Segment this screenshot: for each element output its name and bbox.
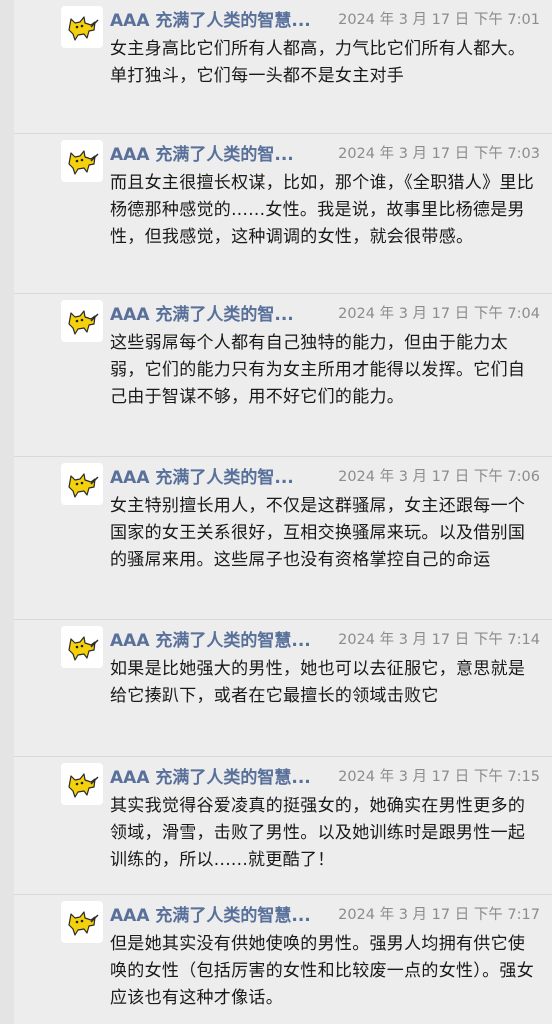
- left-edge-strip: [0, 0, 14, 1024]
- message-text: 但是她其实没有供她使唤的男性。强男人均拥有供它使唤的女性（包括厉害的女性和比较废…: [110, 934, 534, 1008]
- timestamp: 2024 年 3 月 17 日 下午 7:01: [338, 12, 540, 28]
- message-text: 女主特别擅长用人，不仅是这群骚屌，女主还跟每一个国家的女王关系很好，互相交换骚屌…: [110, 496, 526, 570]
- sender-name[interactable]: AAA 充满了人类的智慧...: [110, 901, 311, 926]
- sender-name[interactable]: AAA 充满了人类的智...: [110, 140, 294, 165]
- avatar[interactable]: [61, 300, 103, 342]
- timestamp: 2024 年 3 月 17 日 下午 7:14: [338, 632, 540, 648]
- sender-name[interactable]: AAA 充满了人类的智...: [110, 300, 294, 325]
- message-item[interactable]: AAA 充满了人类的智... 2024 年 3 月 17 日 下午 7:04 这…: [14, 294, 552, 457]
- message-item[interactable]: AAA 充满了人类的智... 2024 年 3 月 17 日 下午 7:06 女…: [14, 457, 552, 620]
- message-item[interactable]: AAA 充满了人类的智... 2024 年 3 月 17 日 下午 7:03 而…: [14, 134, 552, 294]
- avatar[interactable]: [61, 901, 103, 943]
- yellow-cat-avatar-icon: [68, 773, 99, 798]
- timestamp: 2024 年 3 月 17 日 下午 7:03: [338, 146, 540, 162]
- avatar[interactable]: [61, 763, 103, 805]
- sender-name[interactable]: AAA 充满了人类的智...: [110, 463, 294, 488]
- message-text: 而且女主很擅长权谋，比如，那个谁，《全职猎人》里比杨德那种感觉的......女性…: [110, 173, 534, 247]
- timestamp: 2024 年 3 月 17 日 下午 7:17: [338, 907, 540, 923]
- yellow-cat-avatar-icon: [68, 473, 99, 498]
- message-text: 如果是比她强大的男性，她也可以去征服它，意思就是给它揍趴下，或者在它最擅长的领域…: [110, 659, 526, 706]
- message-list[interactable]: AAA 充满了人类的智慧... 2024 年 3 月 17 日 下午 7:01 …: [14, 0, 552, 1024]
- avatar[interactable]: [61, 6, 103, 48]
- message-item[interactable]: AAA 充满了人类的智慧... 2024 年 3 月 17 日 下午 7:14 …: [14, 620, 552, 757]
- timestamp: 2024 年 3 月 17 日 下午 7:04: [338, 306, 540, 322]
- message-item[interactable]: AAA 充满了人类的智慧... 2024 年 3 月 17 日 下午 7:17 …: [14, 895, 552, 1024]
- yellow-cat-avatar-icon: [68, 911, 99, 936]
- message-item[interactable]: AAA 充满了人类的智慧... 2024 年 3 月 17 日 下午 7:15 …: [14, 757, 552, 895]
- yellow-cat-avatar-icon: [68, 150, 99, 175]
- yellow-cat-avatar-icon: [68, 310, 99, 335]
- sender-name[interactable]: AAA 充满了人类的智慧...: [110, 763, 311, 788]
- sender-name[interactable]: AAA 充满了人类的智慧...: [110, 6, 311, 31]
- message-text: 女主身高比它们所有人都高，力气比它们所有人都大。单打独斗，它们每一头都不是女主对…: [110, 39, 526, 86]
- yellow-cat-avatar-icon: [68, 636, 99, 661]
- message-item[interactable]: AAA 充满了人类的智慧... 2024 年 3 月 17 日 下午 7:01 …: [14, 0, 552, 134]
- sender-name[interactable]: AAA 充满了人类的智慧...: [110, 626, 311, 651]
- chat-history-page: AAA 充满了人类的智慧... 2024 年 3 月 17 日 下午 7:01 …: [0, 0, 552, 1024]
- timestamp: 2024 年 3 月 17 日 下午 7:15: [338, 769, 540, 785]
- message-text: 这些弱屌每个人都有自己独特的能力，但由于能力太弱，它们的能力只有为女主所用才能得…: [110, 333, 526, 407]
- avatar[interactable]: [61, 140, 103, 182]
- avatar[interactable]: [61, 463, 103, 505]
- yellow-cat-avatar-icon: [68, 16, 99, 41]
- avatar[interactable]: [61, 626, 103, 668]
- timestamp: 2024 年 3 月 17 日 下午 7:06: [338, 469, 540, 485]
- message-text: 其实我觉得谷爱凌真的挺强女的，她确实在男性更多的领域，滑雪，击败了男性。以及她训…: [110, 796, 526, 870]
